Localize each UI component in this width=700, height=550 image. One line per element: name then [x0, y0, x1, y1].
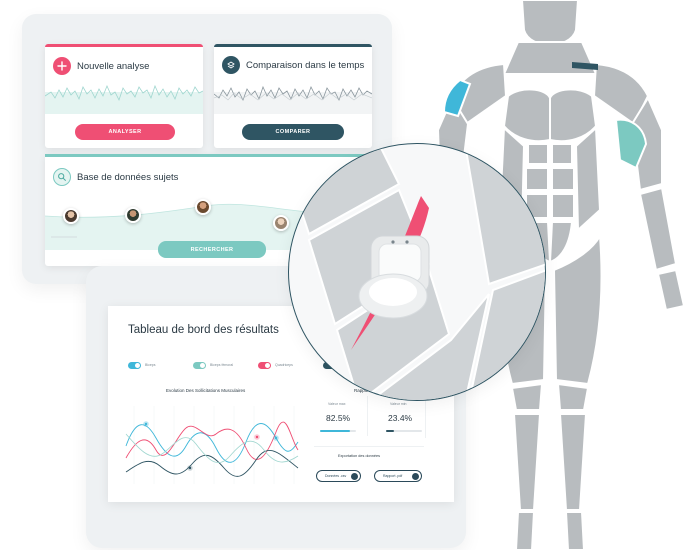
toggle-label: Quadriceps	[275, 363, 293, 367]
chart-title: Evolution Des Sollicitations Musculaires	[166, 388, 246, 393]
export-title: Exportation des données	[338, 454, 381, 458]
switch-icon	[128, 361, 141, 369]
analyze-button[interactable]: ANALYSER	[75, 124, 175, 140]
kpi-label: Valeur max	[328, 402, 346, 406]
plus-icon	[53, 57, 71, 75]
card-accent-line	[214, 44, 372, 47]
avatar[interactable]	[125, 207, 141, 223]
card-title: Comparaison dans le temps	[246, 60, 365, 71]
toggle-biceps-femoral[interactable]: Biceps fémoral	[193, 360, 244, 370]
compare-waveform	[214, 85, 372, 114]
search-button[interactable]: RECHERCHER	[158, 241, 266, 258]
export-csv-label: Données .csv	[325, 474, 347, 478]
sensor-zoom-circle	[288, 143, 546, 401]
dashboard-title: Tableau de bord des résultats	[128, 324, 279, 336]
card-accent-line	[45, 154, 373, 157]
download-icon	[351, 472, 358, 480]
sensor-illustration	[289, 144, 545, 400]
avatar[interactable]	[63, 208, 79, 224]
kpi-bar	[320, 430, 356, 432]
toggle-label: Biceps	[145, 363, 156, 367]
compare-button[interactable]: COMPARER	[242, 124, 344, 140]
compare-card[interactable]: Comparaison dans le temps COMPARER	[214, 44, 372, 148]
export-csv-button[interactable]: Données .csv	[316, 470, 361, 482]
signal-waveform	[45, 84, 203, 114]
toggle-biceps[interactable]: Biceps	[128, 360, 179, 370]
card-title: Base de données sujets	[77, 172, 179, 183]
muscle-activity-chart	[125, 406, 299, 484]
switch-icon	[258, 361, 271, 369]
toggle-quadriceps[interactable]: Quadriceps	[258, 360, 309, 370]
card-accent-line	[45, 44, 203, 47]
card-title: Nouvelle analyse	[77, 61, 150, 72]
new-analysis-card[interactable]: Nouvelle analyse ANALYSER	[45, 44, 203, 148]
kpi-divider	[367, 396, 368, 436]
layers-icon	[222, 56, 240, 74]
toggle-label: Biceps fémoral	[210, 363, 234, 367]
kpi-value: 82.5%	[326, 413, 351, 423]
avatar[interactable]	[195, 199, 211, 215]
search-icon	[53, 168, 71, 186]
avatar[interactable]	[273, 215, 289, 231]
switch-icon	[193, 361, 206, 369]
